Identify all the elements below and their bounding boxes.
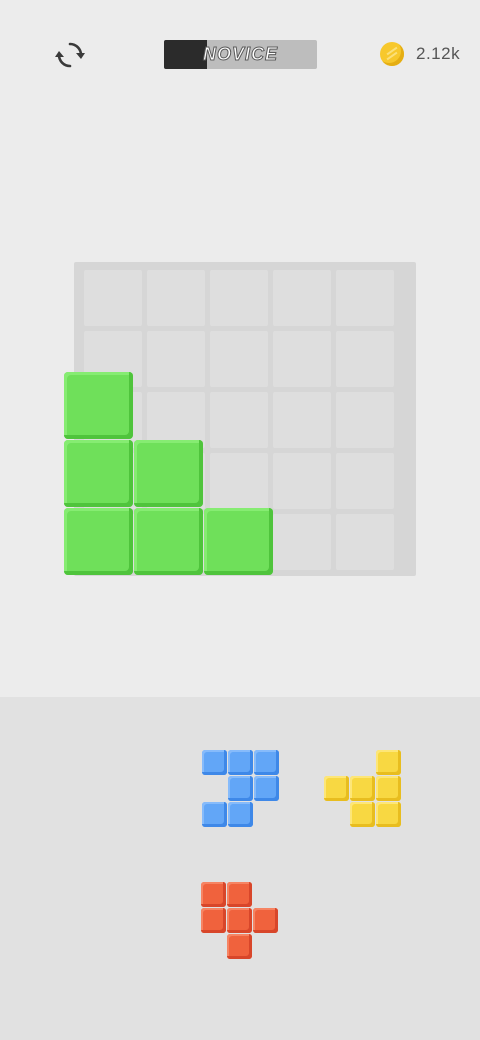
placed-block: [134, 440, 203, 507]
blue-piece[interactable]: [202, 750, 280, 828]
red-tile: [201, 908, 226, 933]
coin-count: 2.12k: [416, 44, 461, 63]
yellow-tile: [376, 750, 401, 775]
piece-tray: [0, 697, 480, 1040]
board-cell[interactable]: [84, 270, 142, 326]
board-cell[interactable]: [273, 331, 331, 387]
red-tile: [253, 908, 278, 933]
board-cell[interactable]: [147, 270, 205, 326]
yellow-tile: [376, 776, 401, 801]
board-cell[interactable]: [273, 392, 331, 448]
blue-tile: [202, 802, 227, 827]
board-cell[interactable]: [210, 392, 268, 448]
board-cell[interactable]: [336, 453, 394, 509]
red-piece[interactable]: [201, 882, 279, 960]
placed-block: [134, 508, 203, 575]
board-cell[interactable]: [210, 453, 268, 509]
board-cell[interactable]: [210, 270, 268, 326]
board-cell[interactable]: [336, 331, 394, 387]
restart-icon: [55, 42, 85, 68]
yellow-piece[interactable]: [324, 750, 402, 828]
blue-tile: [228, 776, 253, 801]
placed-block: [64, 508, 133, 575]
red-tile: [201, 882, 226, 907]
coin-icon: [380, 42, 404, 66]
board-cell[interactable]: [336, 270, 394, 326]
coin-counter: 2.12k: [380, 42, 460, 66]
board-cell[interactable]: [210, 331, 268, 387]
board-cell[interactable]: [147, 331, 205, 387]
red-tile: [227, 934, 252, 959]
blue-tile: [254, 776, 279, 801]
blue-tile: [254, 750, 279, 775]
blue-tile: [228, 802, 253, 827]
yellow-tile: [350, 776, 375, 801]
level-progress-bar: NOVICE: [164, 40, 317, 69]
blue-tile: [228, 750, 253, 775]
placed-block: [64, 440, 133, 507]
board-cell[interactable]: [273, 270, 331, 326]
level-label: NOVICE: [202, 44, 278, 65]
yellow-tile: [376, 802, 401, 827]
board-cell[interactable]: [336, 392, 394, 448]
board-cell[interactable]: [336, 514, 394, 570]
yellow-tile: [350, 802, 375, 827]
placed-block: [204, 508, 273, 575]
blue-tile: [202, 750, 227, 775]
board-cell[interactable]: [273, 453, 331, 509]
board-cell[interactable]: [273, 514, 331, 570]
restart-button[interactable]: [52, 37, 88, 73]
placed-block: [64, 372, 133, 439]
red-tile: [227, 882, 252, 907]
red-tile: [227, 908, 252, 933]
yellow-tile: [324, 776, 349, 801]
